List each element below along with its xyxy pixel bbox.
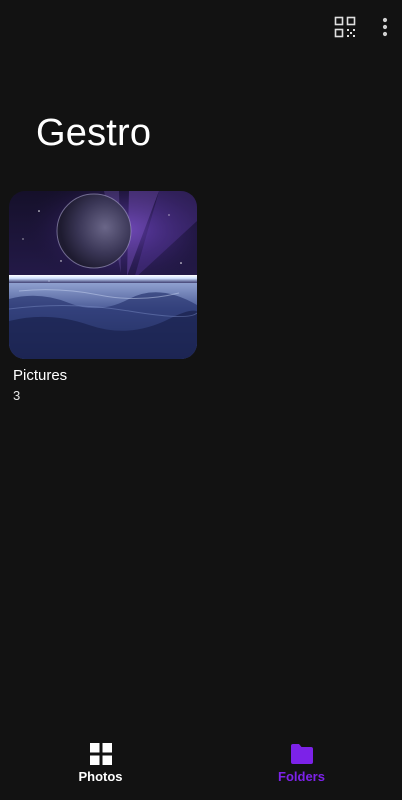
nav-label-folders: Folders [278,769,325,784]
album-card-pictures[interactable]: Pictures 3 [9,191,197,403]
qr-scan-button[interactable] [334,16,356,38]
app-screen: Gestro Pictures 3 Photos Folders [0,0,402,800]
nav-item-photos[interactable]: Photos [0,740,201,800]
album-name: Pictures [13,367,68,384]
folder-icon [290,744,313,764]
qr-scan-icon [334,16,356,38]
top-action-bar [334,16,388,38]
bottom-navigation: Photos Folders [0,740,402,800]
nav-item-folders[interactable]: Folders [201,740,402,800]
album-thumbnail [9,191,197,359]
more-vert-icon [382,17,388,37]
album-item-count: 3 [13,388,21,403]
nav-label-photos: Photos [78,769,123,784]
page-title: Gestro [36,112,152,154]
grid-icon [89,743,112,765]
more-options-button[interactable] [382,16,388,38]
